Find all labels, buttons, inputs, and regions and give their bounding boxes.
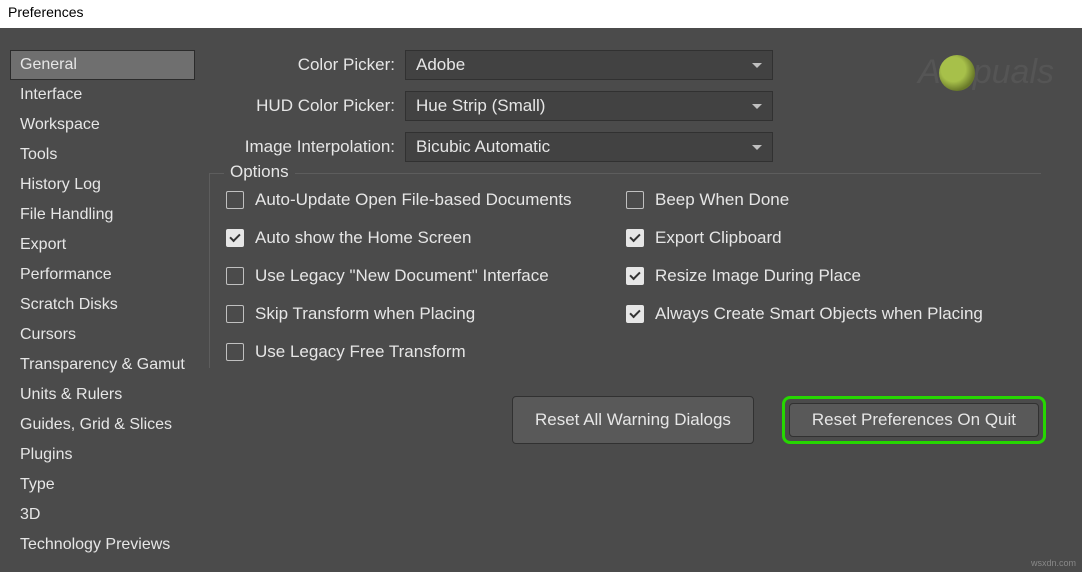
sidebar-item-history-log[interactable]: History Log [10,170,195,200]
sidebar-item-general[interactable]: General [10,50,195,80]
checkbox-auto-show-home[interactable]: Auto show the Home Screen [226,228,626,248]
checkbox-icon [226,305,244,323]
sidebar-item-label: Guides, Grid & Slices [20,416,172,434]
checkbox-icon [226,229,244,247]
dropdown-value: Bicubic Automatic [416,137,550,157]
checkbox-icon [226,267,244,285]
checkmark-icon [229,231,240,242]
sidebar-item-label: History Log [20,176,101,194]
checkbox-create-smart-objects[interactable]: Always Create Smart Objects when Placing [626,304,1025,324]
sidebar-item-label: Scratch Disks [20,296,118,314]
checkbox-legacy-free-transform[interactable]: Use Legacy Free Transform [226,342,626,362]
label-hud-color-picker: HUD Color Picker: [195,96,405,116]
sidebar-item-transparency-gamut[interactable]: Transparency & Gamut [10,350,195,380]
sidebar-item-label: Cursors [20,326,76,344]
checkbox-icon [626,229,644,247]
sidebar-item-interface[interactable]: Interface [10,80,195,110]
checkbox-skip-transform-placing[interactable]: Skip Transform when Placing [226,304,626,324]
main-panel: A puals Color Picker: Adobe HUD Color Pi… [195,28,1082,572]
sidebar-item-label: Interface [20,86,82,104]
options-grid: Auto-Update Open File-based Documents Be… [226,190,1025,362]
checkbox-legacy-new-document[interactable]: Use Legacy "New Document" Interface [226,266,626,286]
label-color-picker: Color Picker: [195,55,405,75]
sidebar-item-tools[interactable]: Tools [10,140,195,170]
checkbox-label: Use Legacy Free Transform [255,342,466,362]
titlebar: Preferences [0,0,1082,28]
checkbox-label: Auto show the Home Screen [255,228,471,248]
window-title: Preferences [8,4,83,20]
sidebar-item-3d[interactable]: 3D [10,500,195,530]
checkbox-label: Skip Transform when Placing [255,304,475,324]
checkbox-label: Resize Image During Place [655,266,861,286]
sidebar-item-workspace[interactable]: Workspace [10,110,195,140]
dropdown-hud-color-picker[interactable]: Hue Strip (Small) [405,91,773,121]
sidebar-item-type[interactable]: Type [10,470,195,500]
sidebar-item-label: Units & Rulers [20,386,122,404]
checkbox-export-clipboard[interactable]: Export Clipboard [626,228,1025,248]
checkbox-auto-update-documents[interactable]: Auto-Update Open File-based Documents [226,190,626,210]
sidebar-item-performance[interactable]: Performance [10,260,195,290]
sidebar-item-label: Plugins [20,446,72,464]
reset-warnings-button[interactable]: Reset All Warning Dialogs [512,396,754,444]
checkbox-label: Export Clipboard [655,228,782,248]
watermark-logo: A puals [918,53,1054,92]
dropdown-value: Hue Strip (Small) [416,96,545,116]
sidebar-item-label: 3D [20,506,40,524]
watermark-icon [939,55,975,91]
sidebar-item-file-handling[interactable]: File Handling [10,200,195,230]
dropdown-value: Adobe [416,55,465,75]
checkbox-label: Auto-Update Open File-based Documents [255,190,572,210]
dropdown-image-interpolation[interactable]: Bicubic Automatic [405,132,773,162]
highlight-box: Reset Preferences On Quit [782,396,1046,444]
reset-preferences-button[interactable]: Reset Preferences On Quit [789,403,1039,437]
checkbox-beep-when-done[interactable]: Beep When Done [626,190,1025,210]
sidebar-item-label: Performance [20,266,112,284]
checkbox-icon [626,305,644,323]
options-fieldset: Options Auto-Update Open File-based Docu… [209,173,1041,368]
checkmark-icon [629,307,640,318]
sidebar-item-scratch-disks[interactable]: Scratch Disks [10,290,195,320]
sidebar-item-label: Transparency & Gamut [20,356,185,374]
footer-watermark: wsxdn.com [1031,558,1076,568]
preferences-window: Preferences General Interface Workspace … [0,0,1082,572]
chevron-down-icon [752,145,762,150]
sidebar-item-label: Workspace [20,116,100,134]
chevron-down-icon [752,104,762,109]
checkbox-icon [226,343,244,361]
checkmark-icon [629,231,640,242]
chevron-down-icon [752,63,762,68]
checkbox-label: Use Legacy "New Document" Interface [255,266,549,286]
sidebar-item-technology-previews[interactable]: Technology Previews [10,530,195,560]
dropdown-color-picker[interactable]: Adobe [405,50,773,80]
sidebar-item-label: File Handling [20,206,113,224]
sidebar-item-label: Export [20,236,66,254]
options-legend: Options [224,162,295,182]
watermark-text-post: puals [973,53,1054,92]
window-body: General Interface Workspace Tools Histor… [0,28,1082,572]
checkbox-resize-during-place[interactable]: Resize Image During Place [626,266,1025,286]
checkbox-label: Always Create Smart Objects when Placing [655,304,983,324]
sidebar-item-label: Technology Previews [20,536,170,554]
checkmark-icon [629,269,640,280]
row-image-interpolation: Image Interpolation: Bicubic Automatic [195,132,1070,162]
checkbox-icon [226,191,244,209]
sidebar-item-label: Type [20,476,55,494]
checkbox-icon [626,267,644,285]
checkbox-label: Beep When Done [655,190,789,210]
sidebar-item-units-rulers[interactable]: Units & Rulers [10,380,195,410]
button-row: Reset All Warning Dialogs Reset Preferen… [195,396,1070,444]
sidebar-item-guides-grid-slices[interactable]: Guides, Grid & Slices [10,410,195,440]
sidebar-item-label: Tools [20,146,57,164]
row-hud-color-picker: HUD Color Picker: Hue Strip (Small) [195,91,1070,121]
sidebar: General Interface Workspace Tools Histor… [0,28,195,572]
watermark-text-pre: A [918,53,941,92]
label-image-interpolation: Image Interpolation: [195,137,405,157]
sidebar-item-label: General [20,56,77,74]
sidebar-item-export[interactable]: Export [10,230,195,260]
sidebar-item-cursors[interactable]: Cursors [10,320,195,350]
checkbox-icon [626,191,644,209]
sidebar-item-plugins[interactable]: Plugins [10,440,195,470]
